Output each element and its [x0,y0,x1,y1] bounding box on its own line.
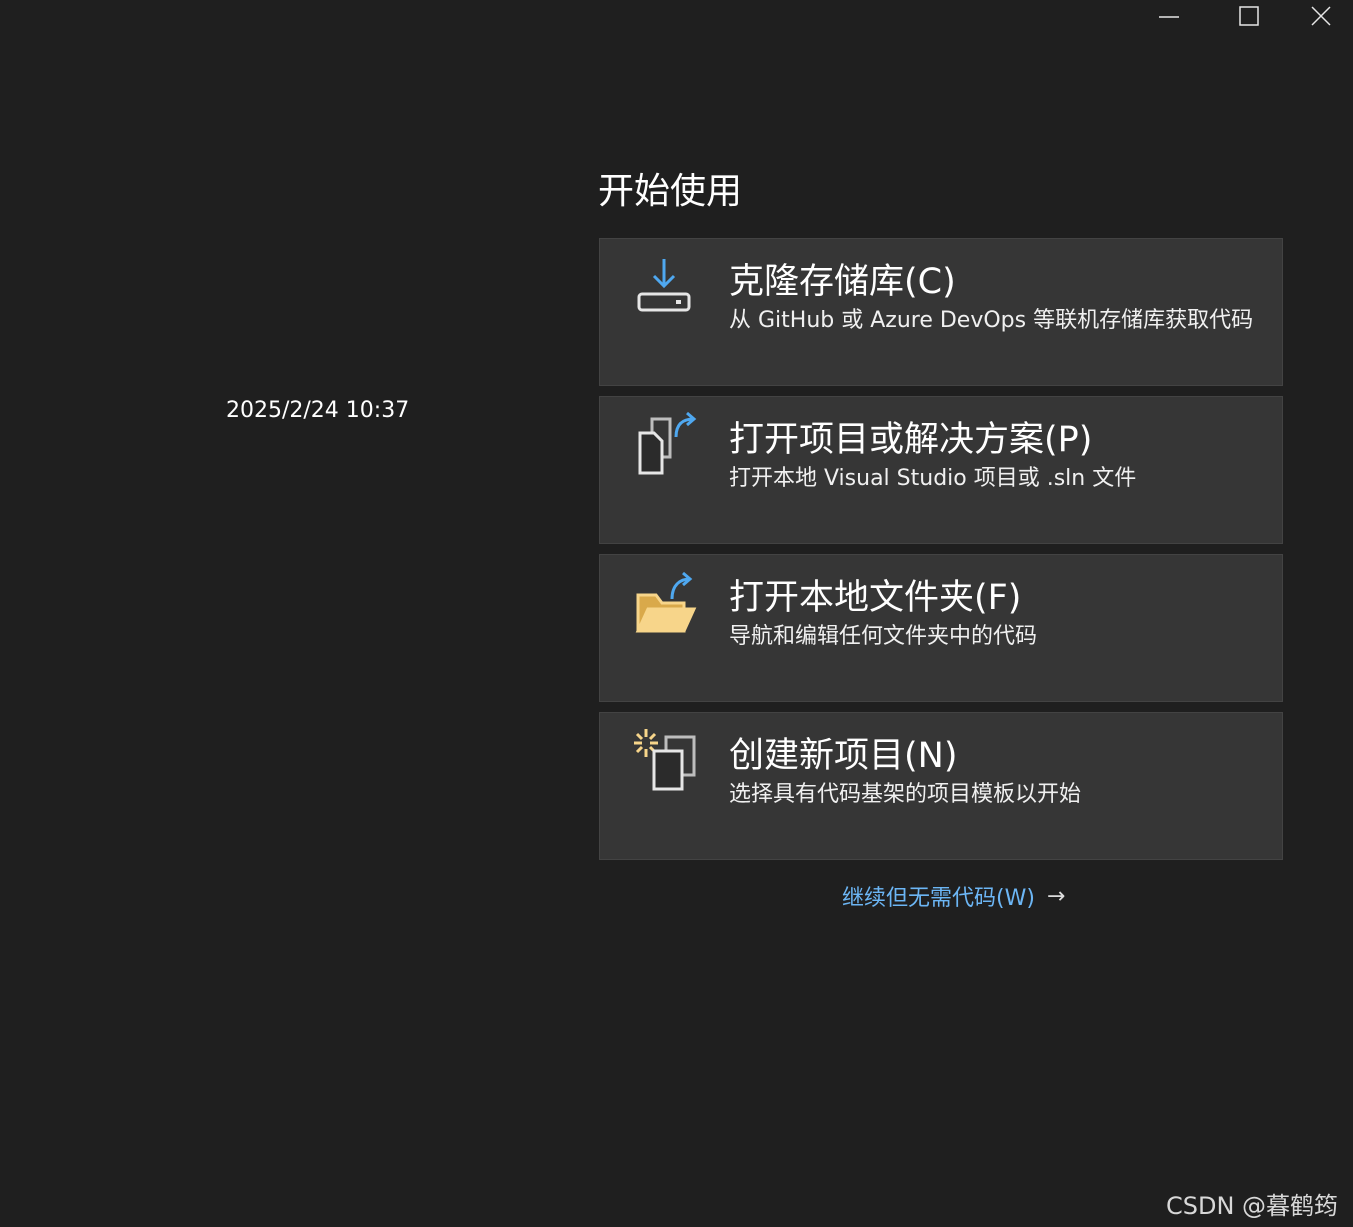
start-window: 2025/2/24 10:37 开始使用 克隆存储库(C) 从 GitHub 或… [0,0,1353,1227]
watermark: CSDN @暮鹤筠 [1166,1192,1339,1220]
card-description: 打开本地 Visual Studio 项目或 .sln 文件 [729,466,1137,491]
card-title: 克隆存储库(C) [729,262,956,302]
page-title: 开始使用 [598,171,743,212]
open-folder-icon [635,571,697,633]
open-project-card[interactable]: 打开项目或解决方案(P) 打开本地 Visual Studio 项目或 .sln… [599,396,1283,544]
card-description: 从 GitHub 或 Azure DevOps 等联机存储库获取代码 [729,308,1254,333]
new-project-icon [634,729,696,791]
continue-link-label[interactable]: 继续但无需代码(W) [842,880,1035,912]
open-folder-card[interactable]: 打开本地文件夹(F) 导航和编辑任何文件夹中的代码 [599,554,1283,702]
close-icon [1311,6,1331,26]
minimize-button[interactable] [1129,0,1209,32]
clone-download-icon [637,259,691,312]
close-button[interactable] [1289,0,1353,32]
new-project-card[interactable]: 创建新项目(N) 选择具有代码基架的项目模板以开始 [599,712,1283,860]
timestamp: 2025/2/24 10:37 [226,398,410,423]
card-description: 选择具有代码基架的项目模板以开始 [729,782,1082,807]
maximize-button[interactable] [1209,0,1289,32]
continue-without-code-link[interactable]: 继续但无需代码(W) → [842,880,1065,912]
minimize-icon [1159,16,1179,18]
card-description: 导航和编辑任何文件夹中的代码 [729,624,1038,649]
card-title: 创建新项目(N) [729,736,958,776]
maximize-icon [1239,6,1259,26]
card-title: 打开项目或解决方案(P) [729,420,1093,460]
open-project-icon [638,411,697,475]
arrow-right-icon: → [1046,883,1066,909]
clone-repository-card[interactable]: 克隆存储库(C) 从 GitHub 或 Azure DevOps 等联机存储库获… [599,238,1283,386]
card-title: 打开本地文件夹(F) [729,578,1022,618]
